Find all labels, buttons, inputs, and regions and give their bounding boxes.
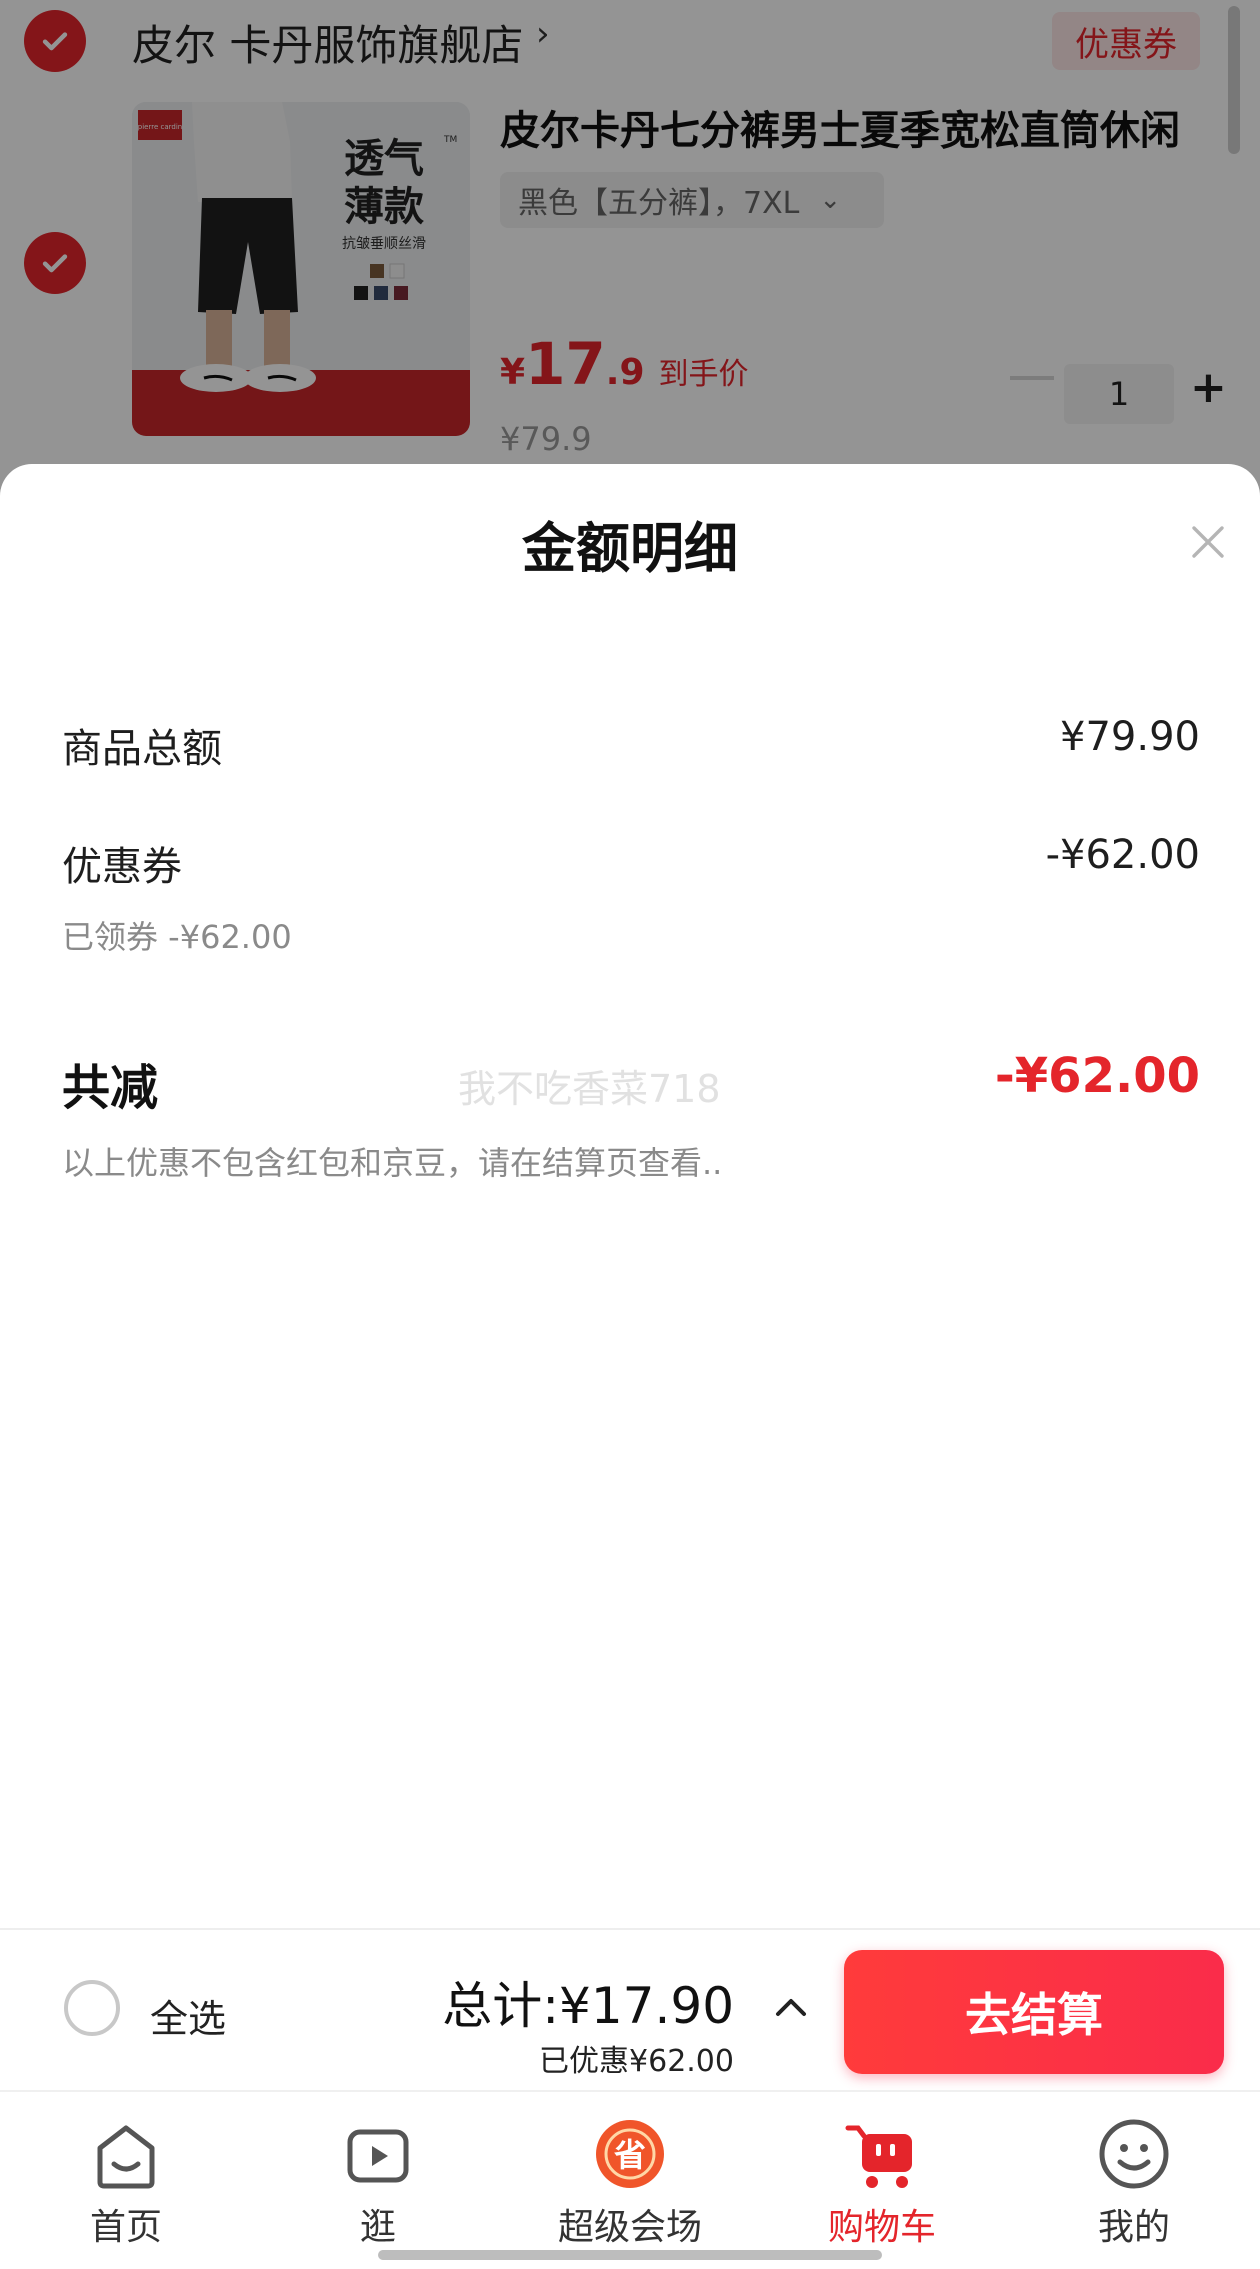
goods-total-label: 商品总额 — [62, 726, 222, 772]
total-reduction-value: -¥62.00 — [994, 1048, 1200, 1104]
close-icon[interactable] — [1186, 520, 1230, 564]
tab-label: 我的 — [1097, 2207, 1170, 2248]
coupon-note: 已领券 -¥62.00 — [62, 918, 292, 956]
sheet-title: 金额明细 — [522, 517, 738, 580]
modal-overlay[interactable] — [0, 0, 1260, 520]
chevron-up-icon[interactable] — [772, 1992, 810, 2022]
tab-browse[interactable]: 逛 — [252, 2092, 504, 2252]
home-indicator[interactable] — [378, 2250, 882, 2260]
tab-label: 逛 — [359, 2207, 396, 2248]
goods-total-value: ¥79.90 — [1060, 714, 1200, 760]
shopping-cart-icon — [845, 2125, 912, 2188]
amount-detail-sheet: 金额明细 商品总额 ¥79.90 优惠券 -¥62.00 已领券 -¥62.00… — [0, 464, 1260, 1928]
smiley-profile-icon — [1099, 2119, 1169, 2189]
tab-label: 首页 — [89, 2207, 162, 2248]
tab-profile[interactable]: 我的 — [1008, 2092, 1260, 2252]
total-reduction-label: 共减 — [62, 1060, 159, 1116]
home-icon — [97, 2125, 155, 2189]
super-venue-icon: 省 — [596, 2120, 664, 2188]
svg-text:省: 省 — [614, 2136, 646, 2174]
select-all-label[interactable]: 全选 — [150, 1988, 226, 2043]
watermark: 我不吃香菜718 — [458, 1067, 721, 1111]
tab-cart[interactable]: 购物车 — [756, 2092, 1008, 2252]
video-play-icon — [347, 2129, 409, 2183]
coupon-label: 优惠券 — [62, 844, 182, 890]
tab-label: 超级会场 — [557, 2207, 702, 2248]
checkout-bar: 全选 总计:¥17.90 已优惠¥62.00 去结算 — [0, 1928, 1260, 2092]
select-all-checkbox[interactable] — [64, 1980, 120, 2036]
tab-label: 购物车 — [827, 2207, 936, 2248]
checkout-button[interactable]: 去结算 — [844, 1950, 1224, 2074]
coupon-value: -¥62.00 — [1045, 832, 1200, 878]
tab-home[interactable]: 首页 — [0, 2092, 252, 2252]
discount-footnote: 以上优惠不包含红包和京豆，请在结算页查看.. — [62, 1144, 723, 1182]
bottom-tab-bar: 首页 逛 省 超级会场 购物车 我的 — [0, 2090, 1260, 2269]
saved-amount: 已优惠¥62.00 — [539, 2044, 734, 2079]
tab-super-venue[interactable]: 省 超级会场 — [504, 2092, 756, 2252]
total-price: 总计:¥17.90 — [442, 1977, 734, 2035]
